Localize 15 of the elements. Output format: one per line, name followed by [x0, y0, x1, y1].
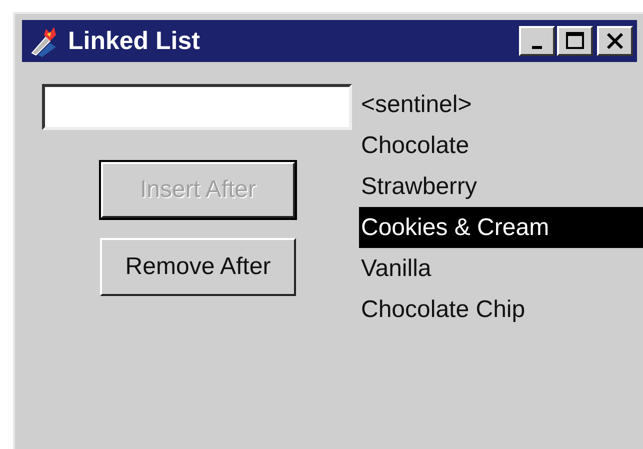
- maximize-button[interactable]: [557, 26, 593, 56]
- list-item[interactable]: Chocolate: [359, 125, 643, 166]
- list-item[interactable]: Chocolate Chip: [359, 289, 643, 330]
- list-item[interactable]: Strawberry: [359, 166, 643, 207]
- list-item[interactable]: <sentinel>: [359, 84, 643, 125]
- minimize-button[interactable]: [519, 26, 555, 56]
- list-item[interactable]: Cookies & Cream: [359, 207, 643, 248]
- remove-after-button[interactable]: Remove After: [100, 238, 296, 296]
- close-button[interactable]: [597, 26, 633, 56]
- list-item[interactable]: Vanilla: [359, 248, 643, 289]
- minimize-icon: [532, 46, 542, 48]
- close-icon: [604, 31, 626, 51]
- input-field[interactable]: [42, 84, 352, 130]
- window-title: Linked List: [68, 26, 201, 56]
- maximize-icon: [564, 31, 586, 51]
